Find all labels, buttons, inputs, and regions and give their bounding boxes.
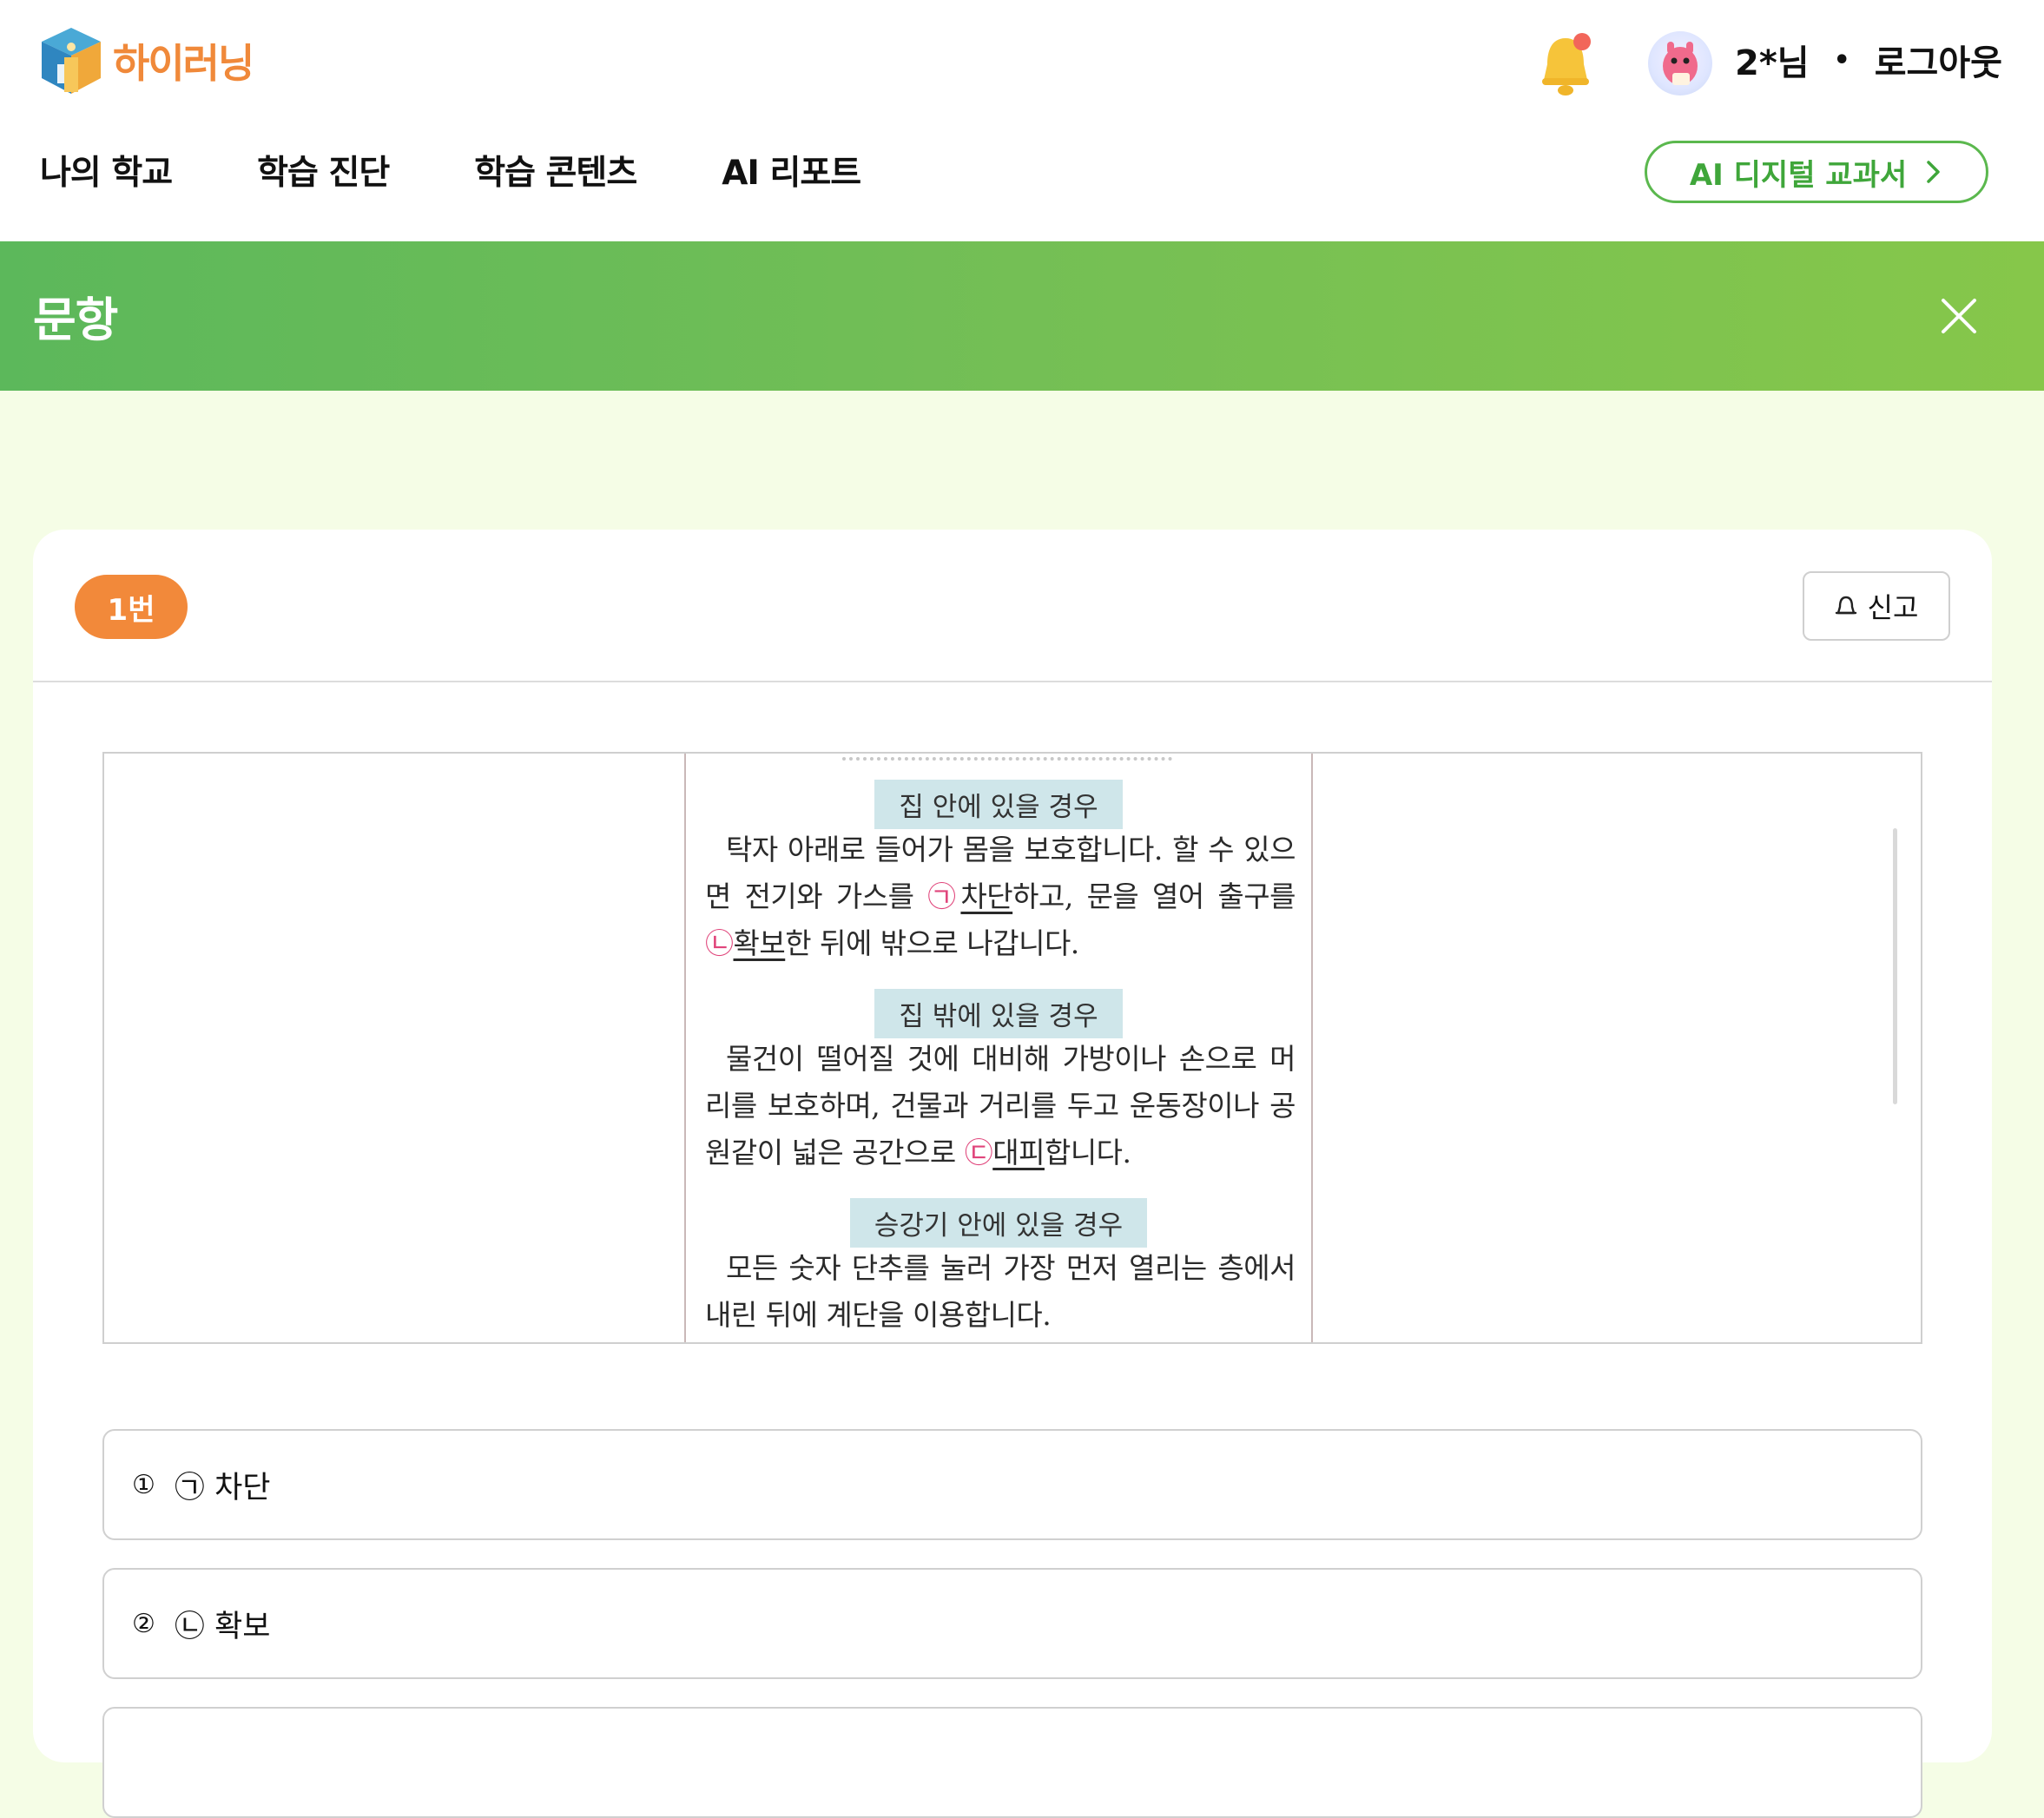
report-button[interactable]: 신고 [1803,571,1950,641]
report-label: 신고 [1867,591,1919,624]
title-band: 문항 [0,241,2044,391]
main-nav: 나의 학교 학습 진단 학습 콘텐츠 AI 리포트 [40,146,861,194]
separator: • [1833,44,1850,76]
page-title: 문항 [33,293,118,347]
answer-option-3[interactable] [102,1707,1922,1818]
passage-page: 집 안에 있을 경우 탁자 아래로 들어가 몸을 보호합니다. 할 수 있으면 … [684,754,1313,1342]
passage-scrollbar[interactable] [1893,828,1897,1104]
nav-learning-diagnosis[interactable]: 학습 진단 [257,146,390,194]
answer-option-1[interactable]: ① ㉠ 차단 [102,1429,1922,1540]
user-name: 2*님 [1735,43,1810,83]
section-heading-outdoor: 집 밖에 있을 경우 [686,989,1311,1038]
card-divider [33,681,1992,682]
top-bar: 하이러닝 2*님 • 로그아웃 나의 학교 학습 진단 학습 콘텐츠 AI 리포… [0,0,2044,241]
underlined-word-chadan: 차단 [960,879,1013,913]
question-card: 1번 신고 집 안에 있을 경우 탁자 아래로 들어가 몸을 보호합니다. 할 … [33,530,1992,1818]
option-word: 차단 [214,1470,271,1505]
option-number: ① [132,1469,155,1500]
marker-giyeok: ㉠ [927,879,961,913]
option-text: ㉠ 차단 [175,1463,271,1507]
section-heading-text: 집 안에 있을 경우 [874,780,1123,829]
section-heading-text: 승강기 안에 있을 경우 [849,1198,1148,1248]
user-area: 2*님 • 로그아웃 [1735,35,2002,85]
bell-icon[interactable] [1535,30,1596,99]
option-marker: ㉠ [174,1470,205,1505]
logo-text: 하이러닝 [113,40,254,87]
ai-textbook-button[interactable]: AI 디지털 교과서 [1645,141,1988,203]
nav-my-school[interactable]: 나의 학교 [40,146,173,194]
para-text: 하고, 문을 열어 출구를 [1012,879,1296,913]
option-marker: ㉡ [174,1609,205,1644]
question-number-badge: 1번 [75,575,188,639]
option-word: 확보 [214,1609,271,1644]
cut-off-line [842,754,1172,761]
marker-nieun: ㉡ [705,926,734,960]
nav-ai-report[interactable]: AI 리포트 [722,146,861,194]
answer-option-2[interactable]: ② ㉡ 확보 [102,1568,1922,1679]
logout-link[interactable]: 로그아웃 [1875,35,2002,85]
passage-viewer[interactable]: 집 안에 있을 경우 탁자 아래로 들어가 몸을 보호합니다. 할 수 있으면 … [102,752,1922,1344]
nav-learning-contents[interactable]: 학습 콘텐츠 [474,146,637,194]
underlined-word-hwakbo: 확보 [733,926,786,960]
avatar[interactable] [1648,31,1712,96]
paragraph-indoor: 탁자 아래로 들어가 몸을 보호합니다. 할 수 있으면 전기와 가스를 ㉠차단… [705,827,1296,967]
bell-outline-icon [1835,596,1856,615]
underlined-word-daepi: 대피 [992,1136,1045,1169]
section-heading-text: 집 밖에 있을 경우 [874,989,1123,1038]
para-text: 한 뒤에 밖으로 나갑니다. [785,926,1079,960]
paragraph-elevator: 모든 숫자 단추를 눌러 가장 먼저 열리는 층에서 내린 뒤에 계단을 이용합… [705,1245,1296,1339]
chevron-right-icon [1927,161,1940,183]
logo[interactable]: 하이러닝 [38,24,254,97]
option-number: ② [132,1608,155,1639]
avatar-character [1663,42,1698,85]
paragraph-outdoor: 물건이 떨어질 것에 대비해 가방이나 손으로 머리를 보호하며, 건물과 거리… [705,1036,1296,1176]
ai-textbook-label: AI 디지털 교과서 [1689,157,1908,193]
para-text: 모든 숫자 단추를 눌러 가장 먼저 열리는 층에서 내린 뒤에 계단을 이용합… [705,1251,1296,1332]
section-heading-indoor: 집 안에 있을 경우 [686,780,1311,829]
para-text: 합니다. [1044,1136,1131,1169]
marker-digeut: ㉢ [964,1136,993,1169]
option-text: ㉡ 확보 [175,1602,271,1646]
logo-icon [42,28,101,94]
section-heading-elevator: 승강기 안에 있을 경우 [686,1198,1311,1248]
close-icon[interactable] [1938,295,1980,337]
